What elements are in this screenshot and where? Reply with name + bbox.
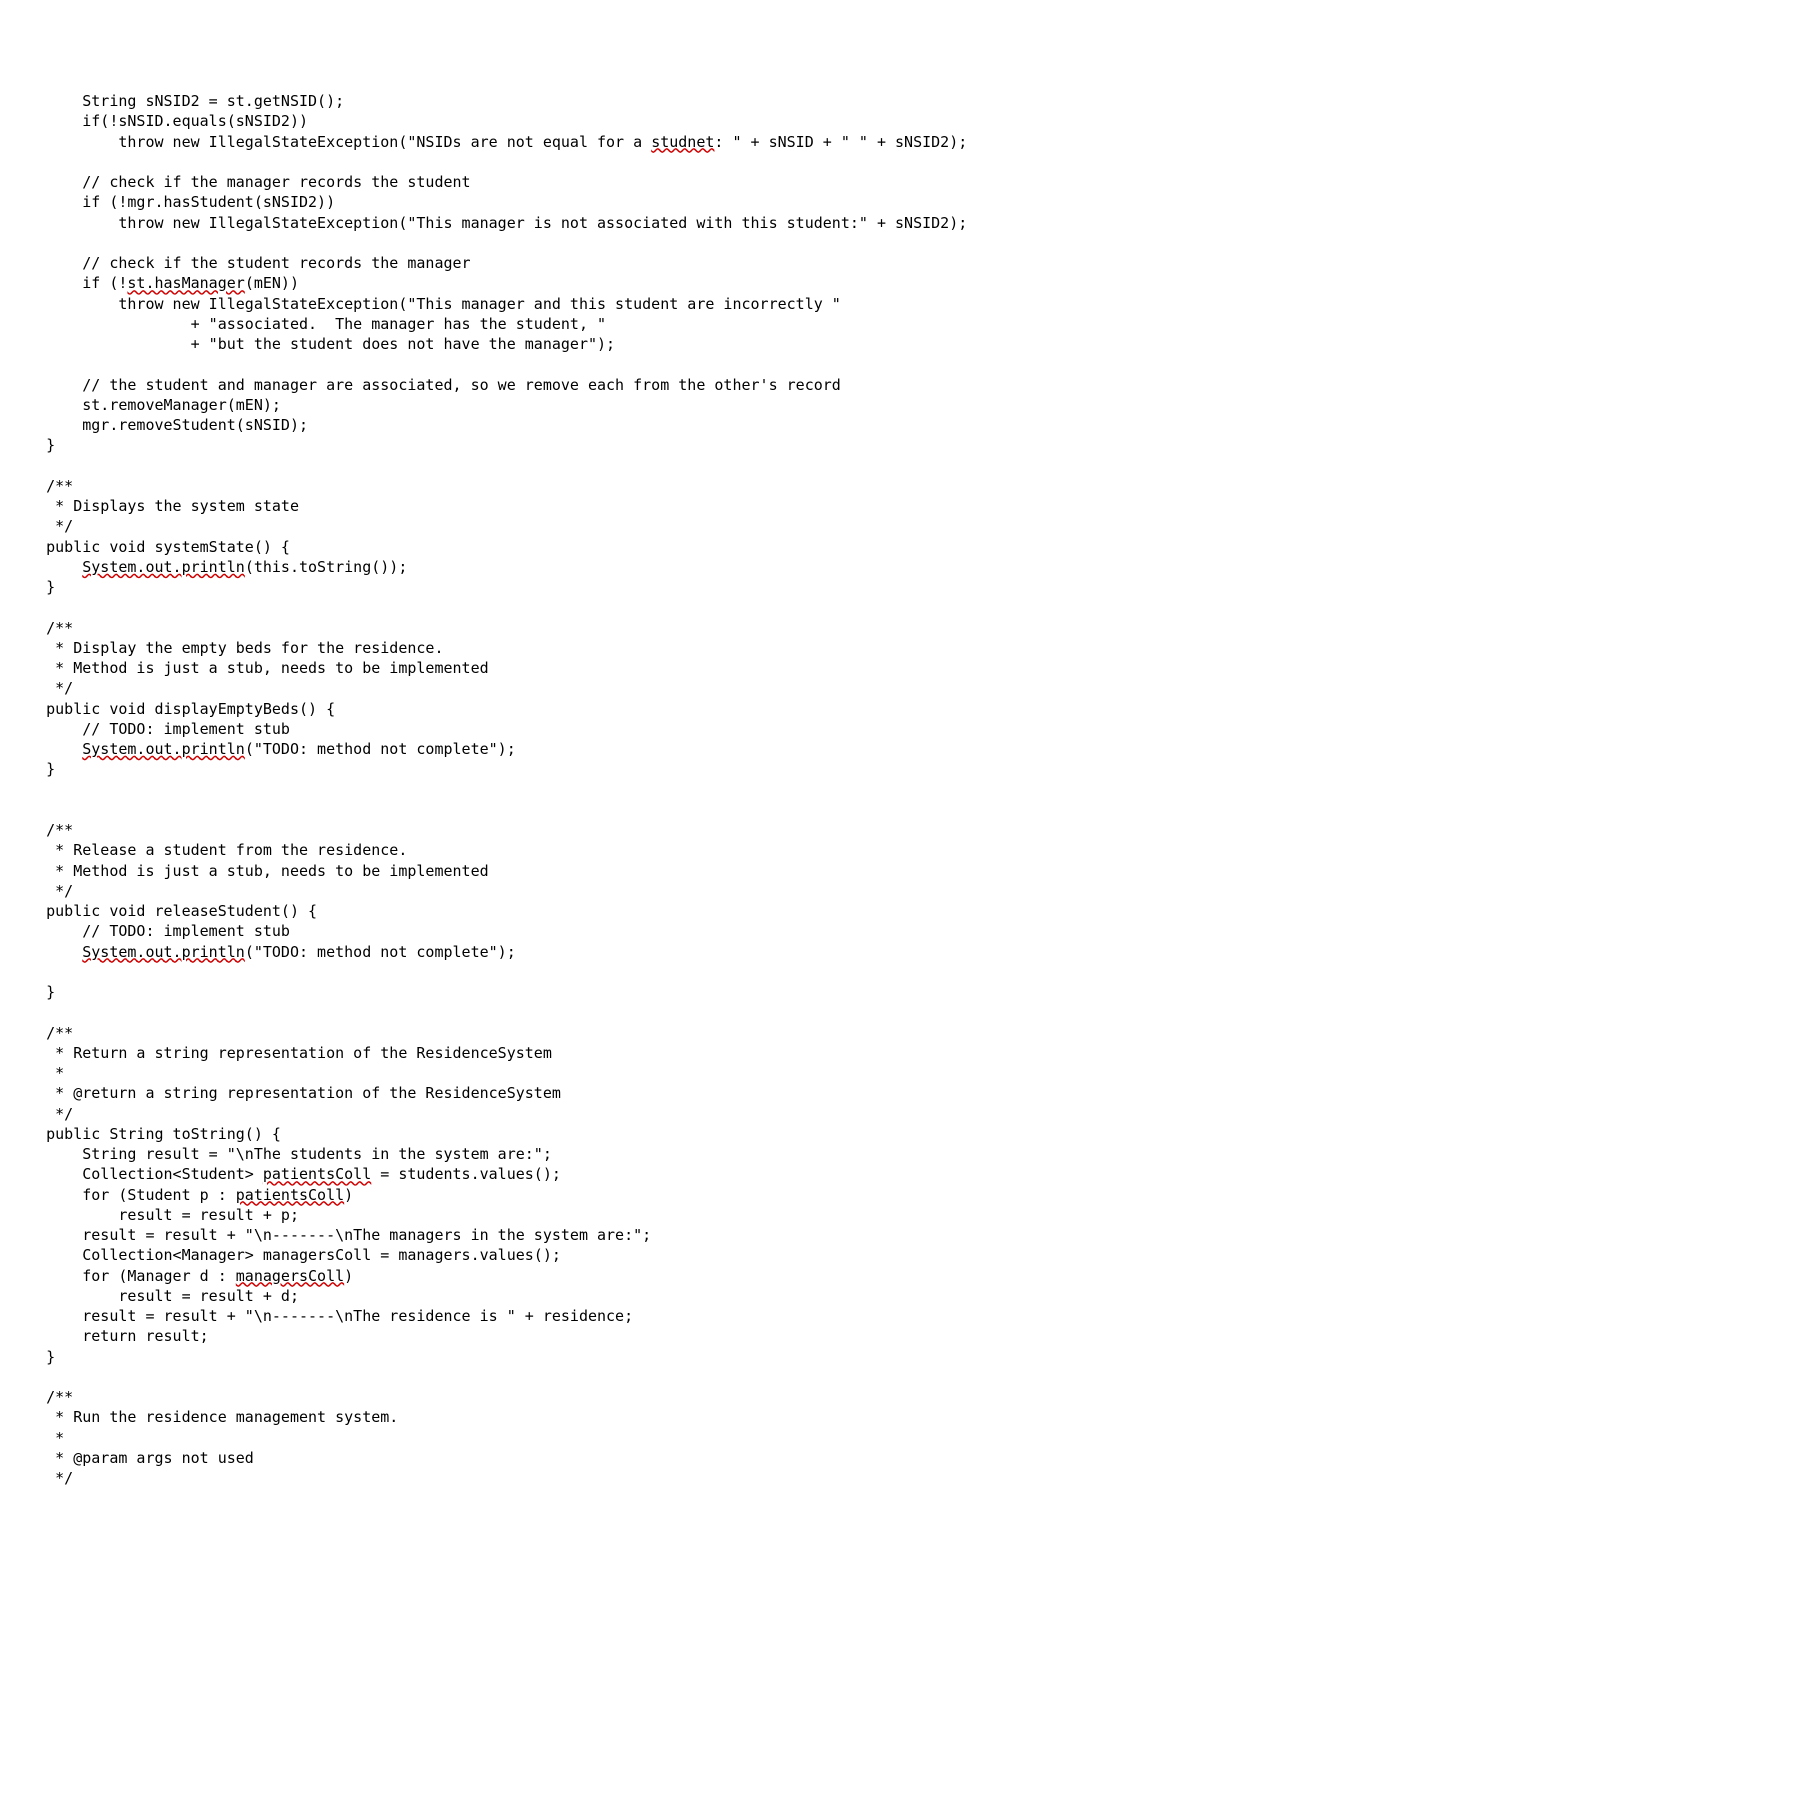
code-block: String sNSID2 = st.getNSID(); if(!sNSID.… [10, 91, 1790, 1488]
